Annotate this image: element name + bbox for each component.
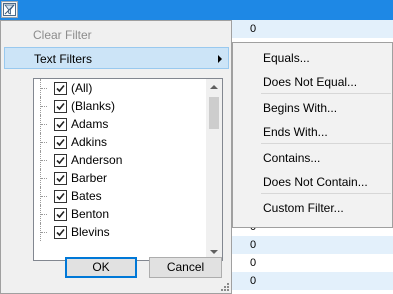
list-item-label: Blevins <box>71 225 110 239</box>
submenu-item[interactable]: Does Not Equal... <box>233 71 392 93</box>
checkbox[interactable] <box>54 118 67 131</box>
list-item-label: Anderson <box>71 153 123 167</box>
tree-connector <box>41 142 47 143</box>
list-item-label: Bates <box>71 189 102 203</box>
grid-cell-value: 0 <box>250 257 257 269</box>
checkbox[interactable] <box>54 172 67 185</box>
checkbox[interactable] <box>54 226 67 239</box>
list-item[interactable]: Benton <box>34 205 206 223</box>
grid-cell-value: 0 <box>250 23 257 35</box>
checkbox[interactable] <box>54 154 67 167</box>
clear-filter-item[interactable]: Clear Filter <box>5 25 227 45</box>
list-item-label: (All) <box>71 81 93 95</box>
grid-row[interactable]: 0 <box>230 272 393 290</box>
tree-connector <box>41 88 47 89</box>
checkmark-icon <box>56 156 65 165</box>
grid-row[interactable]: 0 <box>230 236 393 254</box>
tree-connector <box>41 214 47 215</box>
menu-separator <box>261 143 391 144</box>
checkmark-icon <box>56 138 65 147</box>
resize-grip-icon[interactable] <box>221 283 229 291</box>
scroll-up-arrow-icon[interactable] <box>206 79 222 95</box>
submenu-item[interactable]: Custom Filter... <box>233 197 392 219</box>
checkbox[interactable] <box>54 136 67 149</box>
tree-connector <box>41 232 47 233</box>
column-header-bar <box>0 0 393 20</box>
submenu-arrow-icon <box>218 55 222 63</box>
list-item-label: (Blanks) <box>71 99 116 113</box>
filter-button[interactable] <box>1 1 18 18</box>
checkmark-icon <box>56 102 65 111</box>
checkbox[interactable] <box>54 190 67 203</box>
text-filters-label: Text Filters <box>34 52 93 66</box>
menu-separator <box>261 93 391 94</box>
tree-connector <box>41 196 47 197</box>
checkmark-icon <box>56 210 65 219</box>
checkmark-icon <box>56 84 65 93</box>
grid-row[interactable]: 0 <box>230 254 393 272</box>
list-scrollbar[interactable] <box>206 79 222 260</box>
submenu-item[interactable]: Contains... <box>233 147 392 169</box>
grid-row[interactable]: 0 <box>230 20 393 38</box>
submenu-item[interactable]: Begins With... <box>233 97 392 119</box>
grid-cell-value: 0 <box>250 275 257 287</box>
list-item[interactable]: (Blanks) <box>34 97 206 115</box>
scroll-thumb[interactable] <box>209 97 219 129</box>
checkmark-icon <box>56 174 65 183</box>
list-item[interactable]: Barber <box>34 169 206 187</box>
tree-connector <box>41 106 47 107</box>
grid-cell-value: 0 <box>250 239 257 251</box>
checkmark-icon <box>56 192 65 201</box>
checkbox[interactable] <box>54 82 67 95</box>
tree-connector <box>41 160 47 161</box>
text-filters-submenu: Equals... Does Not Equal... Begins With...… <box>232 42 393 228</box>
checkmark-icon <box>56 120 65 129</box>
ok-button[interactable]: OK <box>65 257 137 278</box>
tree-connector <box>41 178 47 179</box>
list-item[interactable]: Blevins <box>34 223 206 241</box>
list-item[interactable]: (All) <box>34 79 206 97</box>
filter-icon <box>3 3 16 16</box>
list-item-label: Barber <box>71 171 108 185</box>
submenu-item[interactable]: Does Not Contain... <box>233 171 392 193</box>
submenu-item[interactable]: Ends With... <box>233 121 392 143</box>
checkbox[interactable] <box>54 100 67 113</box>
tree-connector <box>41 124 47 125</box>
list-item[interactable]: Anderson <box>34 151 206 169</box>
list-item[interactable]: Bates <box>34 187 206 205</box>
list-item-label: Adams <box>71 117 109 131</box>
checkbox[interactable] <box>54 208 67 221</box>
cancel-button[interactable]: Cancel <box>149 257 222 278</box>
checkmark-icon <box>56 228 65 237</box>
list-item-label: Adkins <box>71 135 108 149</box>
list-item-label: Benton <box>71 207 110 221</box>
text-filters-item[interactable]: Text Filters <box>4 47 229 69</box>
submenu-item[interactable]: Equals... <box>233 47 392 69</box>
list-item[interactable]: Adkins <box>34 133 206 151</box>
filter-values-list[interactable]: (All) (Blanks) Adams Adkins Anderson Barber Ba… <box>33 78 223 261</box>
menu-separator <box>261 193 391 194</box>
filter-dropdown: Clear Filter Text Filters (All) (Blanks) A… <box>0 20 232 294</box>
list-item[interactable]: Adams <box>34 115 206 133</box>
